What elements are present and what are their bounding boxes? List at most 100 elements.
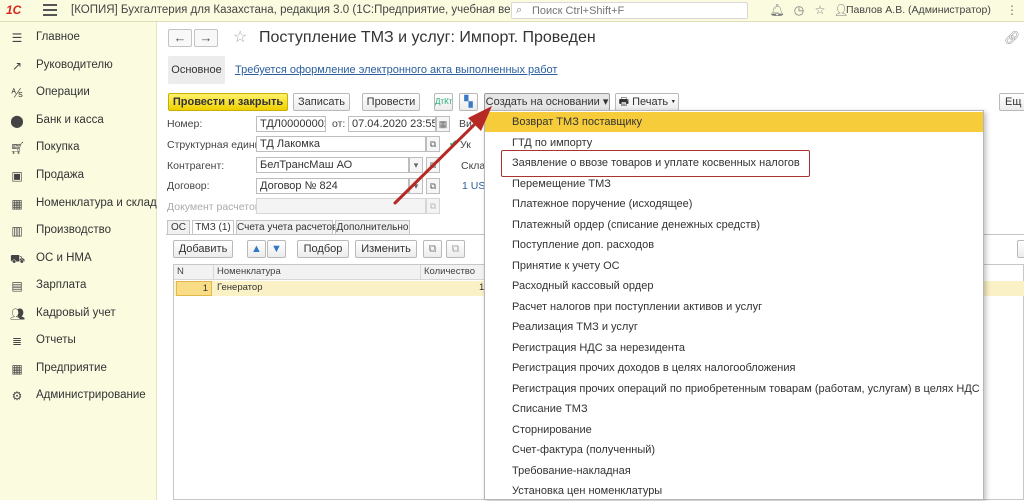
- calendar-icon[interactable]: ▦: [436, 116, 450, 132]
- sidebar-item-purchase[interactable]: 🛒︎ Покупка: [0, 135, 157, 161]
- more-icon[interactable]: ⋮: [1003, 2, 1021, 19]
- add-button[interactable]: Добавить: [173, 240, 233, 258]
- menu-item-payment-order-out[interactable]: Платежное поручение (исходящее): [485, 194, 983, 214]
- menu-item-set-prices[interactable]: Установка цен номенклатуры: [485, 481, 983, 501]
- change-button[interactable]: Изменить: [355, 240, 417, 258]
- sidebar-item-warehouse[interactable]: ▦ Номенклатура и склад: [0, 191, 157, 217]
- tab-main[interactable]: Основное: [168, 56, 225, 84]
- sidebar-item-label: ОС и НМА: [36, 252, 92, 264]
- open-icon[interactable]: ⧉: [426, 178, 440, 194]
- date-field[interactable]: 07.04.2020 23:55:2: [348, 116, 436, 132]
- copy-icon[interactable]: ⧉: [423, 240, 442, 258]
- create-based-on-button[interactable]: Создать на основании ▾: [484, 93, 610, 111]
- menu-item-write-off[interactable]: Списание ТМЗ: [485, 399, 983, 419]
- sidebar-item-operations[interactable]: ⅍ Операции: [0, 80, 157, 106]
- current-user[interactable]: Павлов А.В. (Администратор): [846, 4, 991, 16]
- sidebar-item-main[interactable]: ☰ Главное: [0, 25, 157, 51]
- menu-item-other-income[interactable]: Регистрация прочих доходов в целях налог…: [485, 358, 983, 378]
- structure-icon[interactable]: ▚: [459, 93, 478, 111]
- electronic-act-link[interactable]: Требуется оформление электронного акта в…: [235, 64, 557, 76]
- move-down-icon[interactable]: ▼: [267, 240, 286, 258]
- annotation-highlight-box: [501, 150, 810, 177]
- sidebar-item-admin[interactable]: ⚙ Администрирование: [0, 383, 157, 409]
- menu-item-sales[interactable]: Реализация ТМЗ и услуг: [485, 317, 983, 337]
- menu-item-asset-acceptance[interactable]: Принятие к учету ОС: [485, 256, 983, 276]
- forward-button[interactable]: →: [194, 29, 218, 47]
- save-button[interactable]: Записать: [293, 93, 350, 111]
- pick-button[interactable]: Подбор: [297, 240, 349, 258]
- unit-field[interactable]: ТД Лакомка: [256, 136, 426, 152]
- menu-item-other-operations[interactable]: Регистрация прочих операций по приобрете…: [485, 379, 983, 399]
- post-and-close-button[interactable]: Провести и закрыть: [168, 93, 288, 111]
- vat-checkbox[interactable]: ✔: [449, 138, 458, 150]
- column-header-n[interactable]: N: [174, 265, 214, 280]
- menu-item-reversal[interactable]: Сторнирование: [485, 420, 983, 440]
- post-button[interactable]: Провести: [362, 93, 420, 111]
- menu-item-cash-out[interactable]: Расходный кассовый ордер: [485, 276, 983, 296]
- counterparty-field[interactable]: БелТрансМаш АО: [256, 157, 409, 173]
- print-button[interactable]: 🖶︎ Печать ▾: [615, 93, 679, 111]
- link-icon[interactable]: 🔗︎: [1004, 30, 1021, 46]
- column-header-item[interactable]: Номенклатура: [214, 265, 421, 280]
- salary-icon: ▤: [11, 279, 23, 293]
- menu-item-invoice-received[interactable]: Счет-фактура (полученный): [485, 440, 983, 460]
- trend-icon: ↗: [11, 59, 23, 73]
- sidebar-item-label: Производство: [36, 224, 111, 236]
- counterparty-label: Контрагент:: [167, 160, 225, 172]
- dt-kt-icon[interactable]: ДтКт: [434, 93, 453, 111]
- print-label: Печать: [632, 96, 669, 108]
- move-up-icon[interactable]: ▲: [247, 240, 266, 258]
- bell-icon[interactable]: 🔔︎: [768, 2, 786, 19]
- bank-icon: ⬤: [10, 114, 24, 128]
- hamburger-menu-icon[interactable]: [43, 4, 57, 16]
- sidebar-item-manager[interactable]: ↗ Руководителю: [0, 53, 157, 79]
- sidebar-item-label: Главное: [36, 31, 80, 43]
- sidebar-item-reports[interactable]: ≣ Отчеты: [0, 328, 157, 354]
- row-item[interactable]: Генератор: [217, 281, 263, 296]
- tab-os[interactable]: ОС: [167, 220, 190, 235]
- menu-item-transfer[interactable]: Перемещение ТМЗ: [485, 174, 983, 194]
- sidebar-item-production[interactable]: ▥ Производство: [0, 218, 157, 244]
- settlement-doc-field[interactable]: [256, 198, 426, 214]
- sidebar-item-label: Отчеты: [36, 334, 76, 346]
- open-icon[interactable]: ⧉: [426, 157, 440, 173]
- sidebar-item-salary[interactable]: ▤ Зарплата: [0, 273, 157, 299]
- sidebar-item-hr[interactable]: 👥︎ Кадровый учет: [0, 301, 157, 327]
- contract-label: Договор:: [167, 180, 210, 192]
- sidebar-item-sales[interactable]: ▣ Продажа: [0, 163, 157, 189]
- printer-icon: 🖶︎: [618, 96, 630, 108]
- document-title: Поступление ТМЗ и услуг: Импорт. Проведе…: [259, 29, 596, 46]
- sidebar-item-label: Операции: [36, 86, 90, 98]
- number-field[interactable]: ТДЛ00000002: [256, 116, 326, 132]
- sidebar-item-enterprise[interactable]: ▦ Предприятие: [0, 356, 157, 382]
- open-icon[interactable]: ⧉: [426, 136, 440, 152]
- create-based-on-label: Создать на основании: [485, 96, 600, 108]
- open-icon[interactable]: ⧉: [426, 198, 440, 214]
- search-input[interactable]: [532, 4, 742, 17]
- chevron-down-icon[interactable]: ▾: [409, 157, 423, 173]
- sidebar-item-fixed-assets[interactable]: ⛟ ОС и НМА: [0, 246, 157, 272]
- vat-label: Ук: [460, 139, 471, 151]
- menu-item-requisition[interactable]: Требование-накладная: [485, 461, 983, 481]
- star-icon[interactable]: ☆: [811, 2, 829, 19]
- sidebar-item-label: Номенклатура и склад: [36, 197, 157, 209]
- menu-item-vat-nonresident[interactable]: Регистрация НДС за нерезидента: [485, 338, 983, 358]
- global-search[interactable]: ⌕: [511, 2, 748, 19]
- history-icon[interactable]: ◷: [790, 2, 808, 19]
- table-more-button[interactable]: [1017, 240, 1024, 258]
- tab-additional[interactable]: Дополнительно: [335, 220, 410, 235]
- menu-item-payment-order-debit[interactable]: Платежный ордер (списание денежных средс…: [485, 215, 983, 235]
- tab-tmz[interactable]: ТМЗ (1): [192, 220, 234, 235]
- back-button[interactable]: ←: [168, 29, 192, 47]
- chevron-down-icon[interactable]: ▾: [409, 178, 423, 194]
- menu-item-return[interactable]: Возврат ТМЗ поставщику: [485, 112, 983, 132]
- contract-field[interactable]: Договор № 824: [256, 178, 409, 194]
- row-number[interactable]: 1: [176, 281, 212, 296]
- menu-item-extra-costs[interactable]: Поступление доп. расходов: [485, 235, 983, 255]
- favorite-star-icon[interactable]: ☆: [233, 27, 247, 47]
- tab-accounts[interactable]: Счета учета расчетов: [236, 220, 337, 235]
- menu-item-tax-calculation[interactable]: Расчет налогов при поступлении активов и…: [485, 297, 983, 317]
- sidebar-item-bank[interactable]: ⬤ Банк и касса: [0, 108, 157, 134]
- type-label: Ви: [459, 118, 472, 130]
- more-button[interactable]: Ещ: [999, 93, 1024, 111]
